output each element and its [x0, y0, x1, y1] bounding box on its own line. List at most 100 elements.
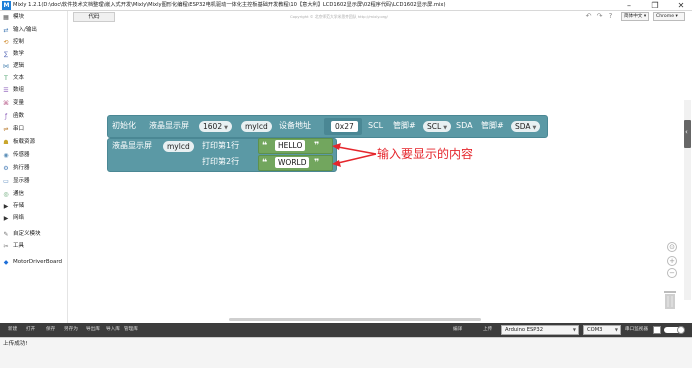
- sidebar-item-label: 逻辑: [13, 63, 25, 69]
- help-icon[interactable]: ?: [606, 12, 615, 21]
- sidebar-item[interactable]: ◎ 通信: [2, 189, 68, 200]
- language-value: 简体中文: [624, 14, 643, 19]
- sidebar-item[interactable]: T 文本: [2, 73, 68, 84]
- file-button[interactable]: 新建: [6, 326, 19, 334]
- scl-pin-dropdown[interactable]: SCL ▼: [423, 121, 452, 132]
- init-label: 初始化: [112, 121, 136, 130]
- addr-label: 设备地址: [279, 121, 311, 130]
- sidebar-item[interactable]: ◆ MotorDriverBoard: [2, 257, 68, 268]
- file-button[interactable]: 另存为: [62, 326, 80, 334]
- zoom-out-icon[interactable]: −: [667, 268, 677, 278]
- sidebar-item[interactable]: ✎ 自定义模块: [2, 229, 68, 240]
- trash-icon[interactable]: [664, 291, 676, 309]
- language-select[interactable]: 简体中文 ▾: [621, 12, 649, 21]
- file-button[interactable]: 管理库: [122, 326, 140, 334]
- string-value-line1[interactable]: HELLO: [275, 140, 306, 151]
- print-var-field[interactable]: mylcd: [163, 141, 194, 152]
- sidebar-item[interactable]: ◉ 传感器: [2, 150, 68, 161]
- sidebar-item[interactable]: ⌘ 变量: [2, 98, 68, 109]
- sidebar-item-label: 输入/输出: [13, 27, 37, 33]
- compile-button[interactable]: 编译: [451, 326, 464, 334]
- addr-input[interactable]: 0x27: [331, 121, 358, 132]
- sidebar-item[interactable]: ⟲ 控制: [2, 37, 68, 48]
- toggle-knob[interactable]: [677, 326, 685, 334]
- init-lcd-label: 液晶显示屏: [149, 121, 189, 130]
- sidebar-item-label: 通信: [13, 191, 25, 197]
- browser-select[interactable]: Chrome ▾: [653, 12, 685, 21]
- quote-close-icon: ❞: [314, 158, 320, 168]
- motor-driver-icon: ◆: [3, 258, 9, 266]
- sidebar-item-label: MotorDriverBoard: [13, 259, 62, 265]
- sidebar-item-label: 工具: [13, 243, 25, 249]
- sidebar-item-label: 文本: [13, 75, 25, 81]
- sidebar-item-label: 串口: [13, 126, 25, 132]
- close-button[interactable]: ✕: [672, 0, 690, 11]
- logic-icon: ⋈: [3, 62, 9, 70]
- zoom-in-icon[interactable]: +: [667, 256, 677, 266]
- sidebar-item[interactable]: ⚙ 执行器: [2, 163, 68, 174]
- quote-close-icon: ❞: [314, 141, 320, 151]
- checkbox[interactable]: [653, 326, 661, 334]
- file-button[interactable]: 保存: [44, 326, 57, 334]
- sidebar-item[interactable]: ▶ 存储: [2, 201, 68, 212]
- output-message: 上传成功!: [3, 341, 28, 347]
- display-icon: ▭: [3, 177, 9, 185]
- io-icon: ⇄: [3, 26, 9, 34]
- serial-monitor-button[interactable]: 串口监视器: [623, 326, 650, 334]
- sidebar-item[interactable]: ⇌ 串口: [2, 124, 68, 135]
- text-icon: T: [4, 74, 8, 82]
- file-button[interactable]: 导出库: [84, 326, 102, 334]
- port-value: COM3: [587, 327, 603, 333]
- network-icon: ▶: [3, 214, 9, 222]
- model-dropdown[interactable]: 1602 ▼: [199, 121, 232, 132]
- chevron-left-icon[interactable]: ‹: [685, 128, 688, 136]
- sidebar-item[interactable]: ☰ 数组: [2, 85, 68, 96]
- storage-icon: ▶: [3, 202, 9, 210]
- code-tab[interactable]: 代码: [73, 12, 115, 22]
- sidebar-item[interactable]: ⋈ 逻辑: [2, 61, 68, 72]
- comm-icon: ◎: [3, 190, 9, 198]
- string-value-line2[interactable]: WORLD: [275, 157, 310, 168]
- print-line2-label: 打印第2行: [202, 157, 240, 166]
- sidebar-item[interactable]: ▭ 显示器: [2, 176, 68, 187]
- print-lcd-label: 液晶显示屏: [112, 141, 152, 150]
- sidebar-item[interactable]: ▶ 网络: [2, 213, 68, 224]
- horizontal-scrollbar[interactable]: [229, 318, 481, 321]
- copyright-text: Copyright © 北京师范大学米思齐团队 http://mixly.org…: [290, 14, 388, 19]
- sidebar-item-label: 传感器: [13, 152, 30, 158]
- minimize-button[interactable]: –: [620, 0, 638, 11]
- sidebar-item[interactable]: ⇄ 输入/输出: [2, 25, 68, 36]
- quote-open-icon: ❝: [262, 158, 268, 168]
- chevron-down-icon: ▼: [224, 125, 228, 131]
- control-icon: ⟲: [3, 38, 9, 46]
- tools-icon: ✂: [3, 242, 9, 250]
- board-select[interactable]: Arduino ESP32 ▼: [501, 325, 579, 335]
- quote-open-icon: ❝: [262, 141, 268, 151]
- scl-label: SCL: [368, 121, 384, 130]
- sidebar-item-label: 网络: [13, 215, 25, 221]
- sidebar-item[interactable]: ▦ 模块: [2, 12, 68, 23]
- zoom-reset-icon[interactable]: ⊙: [667, 242, 677, 252]
- variable-icon: ⌘: [3, 99, 9, 107]
- redo-icon[interactable]: ↷: [595, 12, 604, 21]
- custom-module-icon: ✎: [3, 230, 9, 238]
- chevron-down-icon: ▼: [443, 125, 448, 131]
- file-button[interactable]: 导入库: [104, 326, 122, 334]
- chevron-down-icon: ▼: [532, 125, 537, 131]
- sda-pin-dropdown[interactable]: SDA ▼: [511, 121, 541, 132]
- sidebar-item-label: 模块: [13, 14, 25, 20]
- undo-icon[interactable]: ↶: [584, 12, 593, 21]
- init-var-field[interactable]: mylcd: [241, 121, 272, 132]
- print-line1-label: 打印第1行: [202, 141, 240, 150]
- maximize-button[interactable]: ❐: [646, 0, 664, 11]
- sidebar-item-label: 数组: [13, 87, 25, 93]
- sidebar-item[interactable]: ∑ 数学: [2, 49, 68, 60]
- port-select[interactable]: COM3 ▼: [583, 325, 621, 335]
- sidebar-item[interactable]: ✂ 工具: [2, 241, 68, 252]
- upload-button[interactable]: 上传: [481, 326, 494, 334]
- scl-pin-label: 管脚#: [393, 121, 416, 130]
- file-button[interactable]: 打开: [24, 326, 37, 334]
- sidebar-item[interactable]: ƒ 函数: [2, 111, 68, 122]
- sidebar-item[interactable]: ☗ 板载资源: [2, 137, 68, 148]
- chevron-down-icon: ▼: [614, 327, 618, 332]
